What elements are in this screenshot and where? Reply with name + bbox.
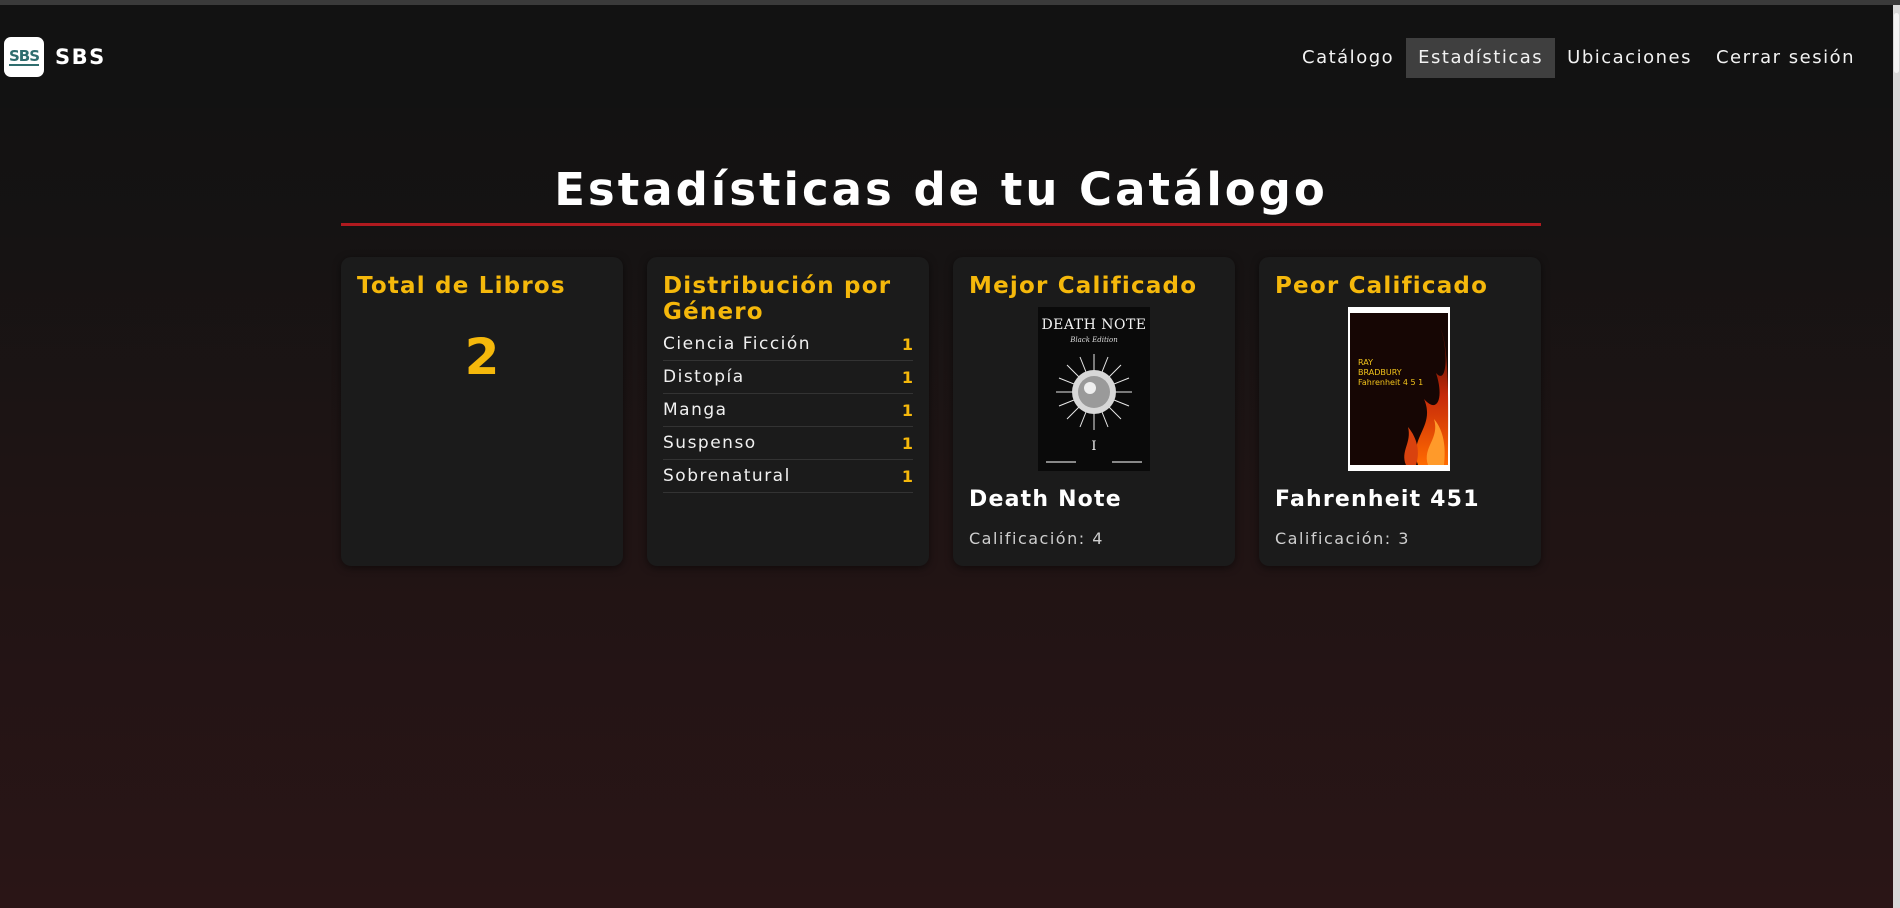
best-rated-card: Mejor Calificado DEATH NOTE Black Editio… [953, 257, 1235, 566]
genre-distribution-card: Distribución por Género Ciencia Ficción … [647, 257, 929, 566]
nav-cerrar-sesion[interactable]: Cerrar sesión [1704, 38, 1867, 78]
brand[interactable]: SBS SBS [4, 37, 106, 77]
death-note-cover-image[interactable]: DEATH NOTE Black Edition I [1038, 307, 1150, 471]
genre-row: Sobrenatural 1 [663, 460, 913, 493]
cover-volume: I [1091, 439, 1096, 454]
title-divider [341, 223, 1541, 226]
card-title: Distribución por Género [663, 273, 892, 325]
nav-ubicaciones[interactable]: Ubicaciones [1555, 38, 1704, 78]
cover-title: DEATH NOTE [1041, 317, 1146, 333]
scrollbar-thumb[interactable] [1894, 13, 1899, 73]
brand-name: SBS [55, 45, 106, 69]
genre-row: Manga 1 [663, 394, 913, 427]
nav-estadisticas[interactable]: Estadísticas [1406, 38, 1556, 78]
total-books-value: 2 [464, 328, 500, 386]
genre-count: 1 [901, 367, 913, 387]
best-book-title: Death Note [969, 487, 1122, 512]
worst-book-title: Fahrenheit 451 [1275, 487, 1480, 512]
fahrenheit-451-cover-image[interactable]: RAY BRADBURY Fahrenheit 4 5 1 [1348, 307, 1450, 471]
genre-count: 1 [901, 334, 913, 354]
genre-row: Ciencia Ficción 1 [663, 328, 913, 361]
genre-count: 1 [901, 466, 913, 486]
cover-title: Fahrenheit 4 5 1 [1358, 378, 1423, 387]
worst-rated-card: Peor Calificado RAY BRADBURY Fahrenheit … [1259, 257, 1541, 566]
total-books-card: Total de Libros 2 [341, 257, 623, 566]
genre-name: Sobrenatural [663, 466, 791, 486]
worst-book-rating: Calificación: 3 [1275, 529, 1410, 548]
sbs-logo-icon: SBS [4, 37, 44, 77]
genre-list: Ciencia Ficción 1 Distopía 1 Manga 1 Sus… [663, 328, 913, 493]
genre-name: Distopía [663, 367, 745, 387]
scrollbar[interactable] [1893, 5, 1900, 908]
card-title: Total de Libros [357, 273, 566, 299]
nav-catalogo[interactable]: Catálogo [1290, 38, 1406, 78]
logo-text: SBS [8, 47, 40, 66]
genre-row: Distopía 1 [663, 361, 913, 394]
genre-name: Manga [663, 400, 728, 420]
navbar: SBS SBS Catálogo Estadísticas Ubicacione… [0, 5, 1893, 108]
card-title: Peor Calificado [1275, 273, 1489, 299]
cover-subtitle: Black Edition [1069, 336, 1118, 344]
genre-name: Suspenso [663, 433, 757, 453]
genre-row: Suspenso 1 [663, 427, 913, 460]
cover-author-line2: BRADBURY [1358, 368, 1402, 377]
genre-count: 1 [901, 433, 913, 453]
nav-links: Catálogo Estadísticas Ubicaciones Cerrar… [1290, 38, 1867, 78]
genre-name: Ciencia Ficción [663, 334, 812, 354]
cover-author-line1: RAY [1358, 358, 1373, 367]
best-book-rating: Calificación: 4 [969, 529, 1104, 548]
page-title: Estadísticas de tu Catálogo [554, 163, 1328, 216]
card-title: Mejor Calificado [969, 273, 1198, 299]
genre-count: 1 [901, 400, 913, 420]
